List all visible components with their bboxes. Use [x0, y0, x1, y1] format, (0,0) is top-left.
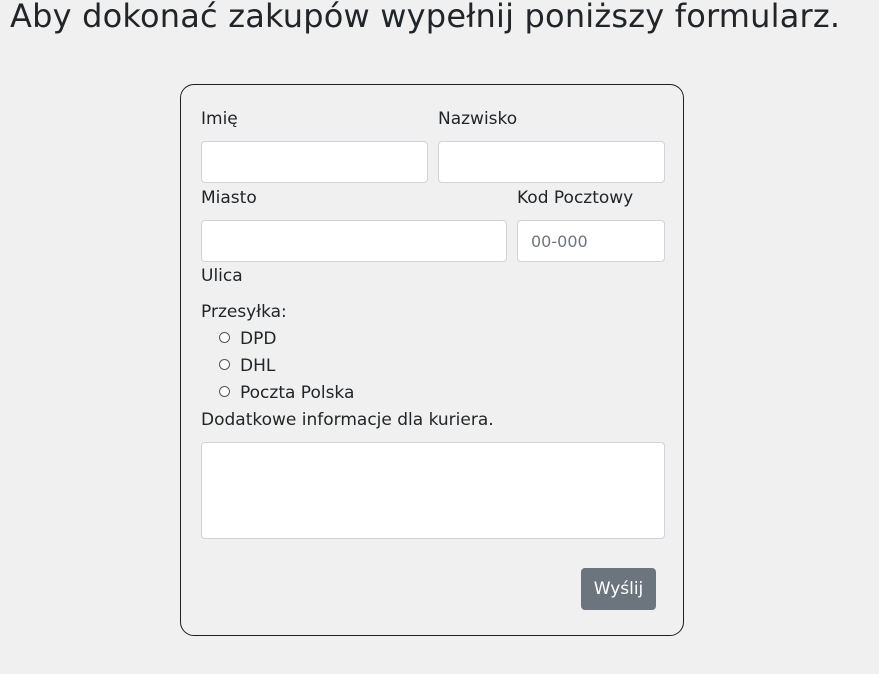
notes-label: Dodatkowe informacje dla kuriera. — [201, 410, 494, 430]
last-name-label: Nazwisko — [438, 109, 518, 129]
postal-code-input[interactable] — [517, 220, 665, 262]
first-name-label: Imię — [201, 109, 238, 129]
page-title: Aby dokonać zakupów wypełnij poniższy fo… — [10, 0, 841, 35]
last-name-input[interactable] — [438, 141, 665, 183]
shipping-option-label: DHL — [240, 356, 276, 376]
street-label: Ulica — [201, 266, 243, 286]
shipping-radio-dhl[interactable] — [219, 358, 230, 370]
order-form: Imię Nazwisko Miasto Kod Pocztowy Ulica … — [180, 84, 684, 636]
shipping-label: Przesyłka: — [201, 302, 287, 322]
first-name-input[interactable] — [201, 141, 428, 183]
city-input[interactable] — [201, 220, 507, 262]
postal-code-label: Kod Pocztowy — [517, 188, 634, 208]
shipping-option-label: Poczta Polska — [240, 383, 355, 403]
shipping-option-poczta-polska[interactable]: Poczta Polska — [219, 382, 354, 404]
shipping-option-dpd[interactable]: DPD — [219, 328, 276, 350]
shipping-radio-poczta-polska[interactable] — [219, 385, 230, 397]
notes-textarea[interactable] — [201, 442, 665, 539]
shipping-option-dhl[interactable]: DHL — [219, 355, 275, 377]
city-label: Miasto — [201, 188, 257, 208]
submit-button[interactable]: Wyślij — [581, 568, 656, 610]
shipping-radio-dpd[interactable] — [219, 331, 230, 343]
shipping-option-label: DPD — [240, 329, 277, 349]
